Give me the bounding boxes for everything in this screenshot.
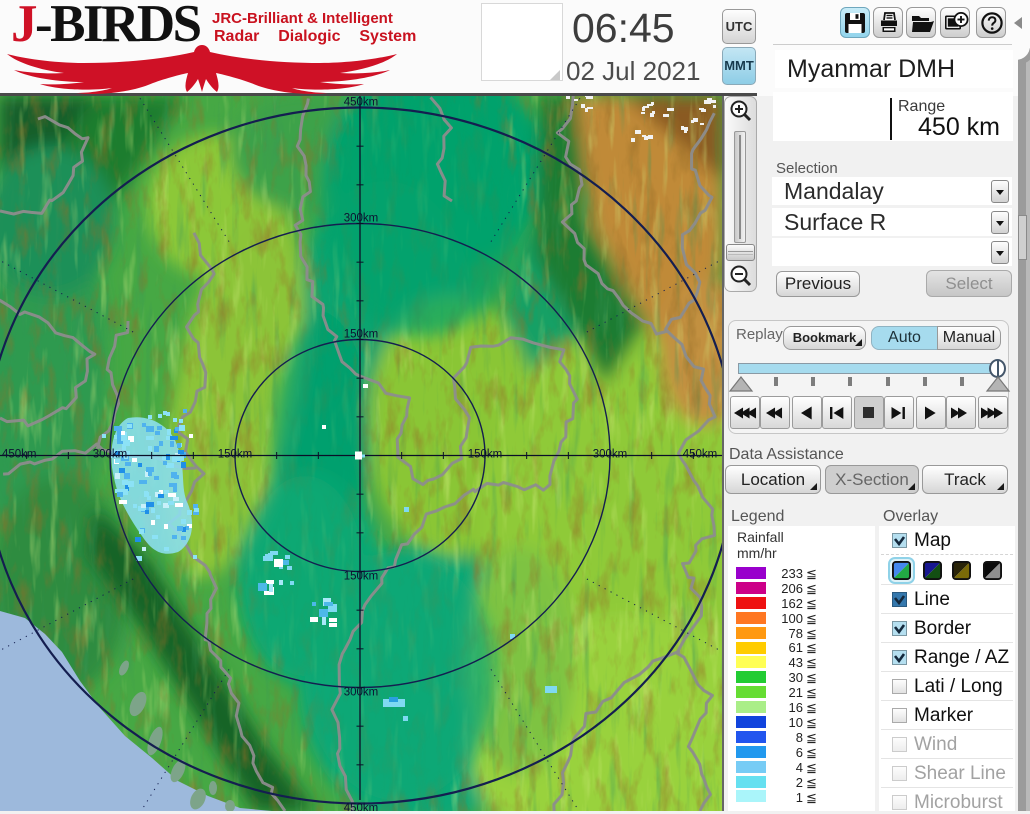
svg-text:450km: 450km xyxy=(344,803,379,812)
svg-text:150km: 150km xyxy=(218,449,253,461)
svg-text:300km: 300km xyxy=(93,449,128,461)
svg-text:300km: 300km xyxy=(344,213,379,225)
svg-text:150km: 150km xyxy=(344,329,379,341)
svg-text:150km: 150km xyxy=(344,571,379,583)
svg-text:300km: 300km xyxy=(344,687,379,699)
svg-text:300km: 300km xyxy=(593,449,628,461)
svg-text:450km: 450km xyxy=(344,97,379,109)
svg-text:450km: 450km xyxy=(683,449,718,461)
svg-text:450km: 450km xyxy=(2,449,37,461)
svg-text:150km: 150km xyxy=(468,449,503,461)
